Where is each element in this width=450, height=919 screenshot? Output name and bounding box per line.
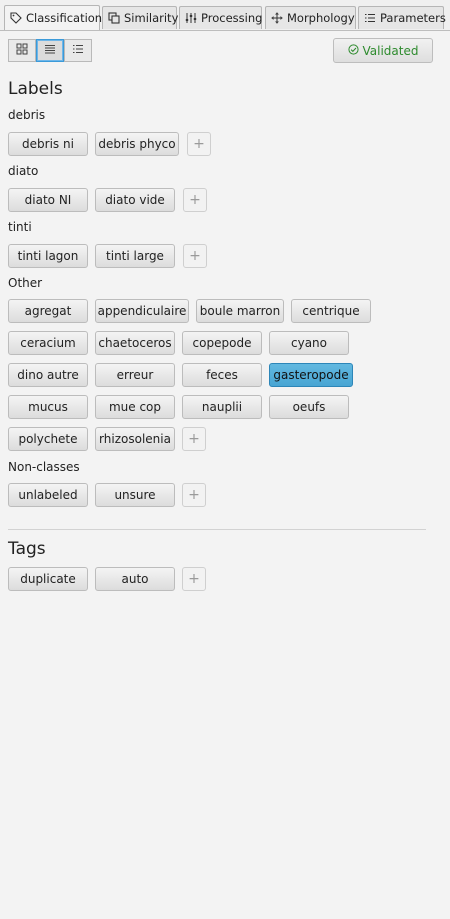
tab-label: Processing — [201, 11, 263, 25]
section-divider — [8, 529, 426, 530]
validated-label: Validated — [362, 43, 419, 58]
labels-heading: Labels — [8, 79, 63, 99]
plus-icon: + — [189, 248, 201, 264]
label-chip[interactable]: mucus — [8, 395, 88, 419]
tab-label: Classification — [26, 11, 103, 25]
group-title-debris: debris — [8, 108, 46, 122]
label-chip[interactable]: debris phyco — [95, 132, 179, 156]
group-title-non-classes: Non-classes — [8, 460, 80, 474]
tab-similarity[interactable]: Similarity — [102, 6, 179, 29]
tab-label: Similarity — [124, 11, 179, 25]
add-label-button[interactable]: + — [182, 427, 206, 451]
copy-icon — [108, 12, 120, 24]
group-title-diato: diato — [8, 164, 39, 178]
add-tag-button[interactable]: + — [182, 567, 206, 591]
label-chip[interactable]: agregat — [8, 299, 88, 323]
tab-classification[interactable]: Classification — [4, 5, 103, 30]
label-chip[interactable]: nauplii — [182, 395, 262, 419]
validated-button[interactable]: Validated — [333, 38, 433, 63]
tab-processing[interactable]: Processing — [179, 6, 262, 29]
grid-view-button[interactable] — [8, 39, 36, 62]
group-title-other: Other — [8, 276, 43, 290]
label-chip[interactable]: ceracium — [8, 331, 88, 355]
compact-list-view-button[interactable] — [36, 39, 64, 62]
label-chip[interactable]: cyano — [269, 331, 349, 355]
label-chip[interactable]: debris ni — [8, 132, 88, 156]
label-chip[interactable]: mue cop — [95, 395, 175, 419]
lines-icon — [44, 43, 56, 58]
label-chip[interactable]: erreur — [95, 363, 175, 387]
move-icon — [271, 12, 283, 24]
label-chip[interactable]: tinti large — [95, 244, 175, 268]
label-chip[interactable]: oeufs — [269, 395, 349, 419]
label-chip[interactable]: diato vide — [95, 188, 175, 212]
list-icon — [364, 12, 376, 24]
group-title-tinti: tinti — [8, 220, 32, 234]
label-chip[interactable]: chaetoceros — [95, 331, 175, 355]
label-chip[interactable]: rhizosolenia — [95, 427, 175, 451]
plus-icon: + — [193, 136, 205, 152]
tag-chip[interactable]: duplicate — [8, 567, 88, 591]
label-chip-selected[interactable]: gasteropode — [269, 363, 353, 387]
bullet-list-icon — [72, 43, 84, 58]
tab-morphology[interactable]: Morphology — [265, 6, 356, 29]
label-chip[interactable]: polychete — [8, 427, 88, 451]
label-chip[interactable]: unlabeled — [8, 483, 88, 507]
tag-icon — [10, 12, 22, 24]
tag-chip[interactable]: auto — [95, 567, 175, 591]
add-label-button[interactable]: + — [182, 483, 206, 507]
tab-bar: Classification Similarity Processing Mor… — [0, 0, 450, 31]
label-chip[interactable]: diato NI — [8, 188, 88, 212]
label-chip[interactable]: copepode — [182, 331, 262, 355]
plus-icon: + — [189, 192, 201, 208]
label-chip[interactable]: boule marron — [196, 299, 284, 323]
add-label-button[interactable]: + — [183, 188, 207, 212]
label-chip[interactable]: appendiculaire — [95, 299, 189, 323]
label-chip[interactable]: centrique — [291, 299, 371, 323]
label-chip[interactable]: unsure — [95, 483, 175, 507]
tab-label: Morphology — [287, 11, 355, 25]
check-circle-icon — [347, 43, 363, 58]
plus-icon: + — [188, 487, 200, 503]
tab-parameters[interactable]: Parameters — [358, 6, 446, 29]
label-chip[interactable]: feces — [182, 363, 262, 387]
plus-icon: + — [188, 431, 200, 447]
add-label-button[interactable]: + — [183, 244, 207, 268]
grid-icon — [16, 43, 28, 58]
tags-heading: Tags — [8, 539, 46, 559]
add-label-button[interactable]: + — [187, 132, 211, 156]
detail-list-view-button[interactable] — [64, 39, 92, 62]
label-chip[interactable]: tinti lagon — [8, 244, 88, 268]
tab-label: Parameters — [380, 11, 446, 25]
sliders-icon — [185, 12, 197, 24]
label-chip[interactable]: dino autre — [8, 363, 88, 387]
plus-icon: + — [188, 571, 200, 587]
